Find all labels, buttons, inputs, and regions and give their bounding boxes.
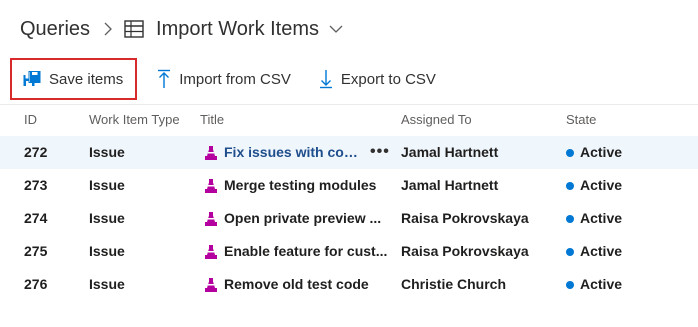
cell-title[interactable]: Merge testing modules — [200, 169, 388, 202]
cell-id: 276 — [24, 276, 48, 292]
state-dot-icon — [566, 280, 574, 289]
state-dot-icon — [566, 148, 574, 157]
export-to-csv-label: Export to CSV — [340, 70, 436, 88]
breadcrumb-queries-link[interactable]: Queries — [20, 18, 90, 41]
cell-work-item-type: Issue — [89, 243, 125, 259]
issue-icon — [204, 178, 218, 194]
breadcrumb: Queries Import Work Items — [20, 13, 343, 45]
toolbar: Save items Import from CSV Export to CSV — [10, 58, 442, 100]
cell-work-item-type: Issue — [89, 276, 125, 292]
table-row[interactable]: 272 Issue Fix issues with code ••• Jamal… — [0, 136, 698, 169]
cell-state: Active — [566, 136, 686, 169]
cell-assigned-to: Raisa Pokrovskaya — [401, 243, 529, 259]
more-actions-button[interactable]: ••• — [370, 136, 390, 169]
cell-title[interactable]: Fix issues with code — [200, 136, 388, 169]
page-title[interactable]: Import Work Items — [156, 18, 319, 41]
table-row[interactable]: 274 Issue Open private preview ... Raisa… — [0, 202, 698, 235]
cell-state: Active — [566, 235, 686, 268]
work-item-title-link[interactable]: Fix issues with code — [224, 136, 359, 169]
state-label: Active — [580, 144, 623, 160]
save-items-label: Save items — [49, 70, 124, 88]
save-items-icon — [23, 71, 41, 87]
state-label: Active — [580, 210, 623, 226]
cell-id: 275 — [24, 243, 48, 259]
table-row[interactable]: 276 Issue Remove old test code Christie … — [0, 268, 698, 301]
save-items-button[interactable]: Save items — [10, 58, 138, 100]
cell-assigned-to: Jamal Hartnett — [401, 177, 499, 193]
column-header-state[interactable]: State — [566, 112, 686, 127]
issue-icon — [204, 145, 218, 161]
cell-id: 272 — [24, 144, 48, 160]
cell-state: Active — [566, 268, 686, 301]
import-from-csv-button[interactable]: Import from CSV — [151, 60, 297, 98]
cell-title[interactable]: Remove old test code — [200, 268, 388, 301]
work-item-title-link[interactable]: Open private preview ... — [224, 202, 381, 235]
column-header-title[interactable]: Title — [200, 112, 388, 127]
column-header-work-item-type[interactable]: Work Item Type — [89, 112, 194, 127]
cell-title[interactable]: Open private preview ... — [200, 202, 388, 235]
cell-assigned-to: Raisa Pokrovskaya — [401, 210, 529, 226]
chevron-right-icon — [104, 22, 112, 36]
download-arrow-icon — [319, 69, 333, 89]
cell-work-item-type: Issue — [89, 210, 125, 226]
issue-icon — [204, 277, 218, 293]
table-row[interactable]: 273 Issue Merge testing modules Jamal Ha… — [0, 169, 698, 202]
cell-state: Active — [566, 202, 686, 235]
grid-header: ID Work Item Type Title Assigned To Stat… — [0, 112, 698, 132]
state-dot-icon — [566, 214, 574, 223]
column-header-assigned-to[interactable]: Assigned To — [401, 112, 556, 127]
state-dot-icon — [566, 247, 574, 256]
state-dot-icon — [566, 181, 574, 190]
work-item-title-link[interactable]: Enable feature for cust... — [224, 235, 387, 268]
import-work-items-page: Queries Import Work Items Save items Imp… — [0, 0, 698, 327]
import-from-csv-label: Import from CSV — [179, 70, 291, 88]
work-item-title-link[interactable]: Merge testing modules — [224, 169, 376, 202]
table-icon — [124, 20, 144, 38]
issue-icon — [204, 211, 218, 227]
cell-state: Active — [566, 169, 686, 202]
cell-assigned-to: Christie Church — [401, 276, 507, 292]
state-label: Active — [580, 177, 623, 193]
state-label: Active — [580, 276, 623, 292]
toolbar-divider — [0, 104, 698, 105]
state-label: Active — [580, 243, 623, 259]
cell-title[interactable]: Enable feature for cust... — [200, 235, 388, 268]
cell-work-item-type: Issue — [89, 144, 125, 160]
upload-arrow-icon — [157, 69, 171, 89]
export-to-csv-button[interactable]: Export to CSV — [313, 60, 442, 98]
table-row[interactable]: 275 Issue Enable feature for cust... Rai… — [0, 235, 698, 268]
cell-work-item-type: Issue — [89, 177, 125, 193]
work-item-title-link[interactable]: Remove old test code — [224, 268, 369, 301]
issue-icon — [204, 244, 218, 260]
cell-id: 273 — [24, 177, 48, 193]
column-header-id[interactable]: ID — [24, 112, 74, 127]
cell-id: 274 — [24, 210, 48, 226]
cell-assigned-to: Jamal Hartnett — [401, 144, 499, 160]
chevron-down-icon[interactable] — [329, 25, 343, 33]
